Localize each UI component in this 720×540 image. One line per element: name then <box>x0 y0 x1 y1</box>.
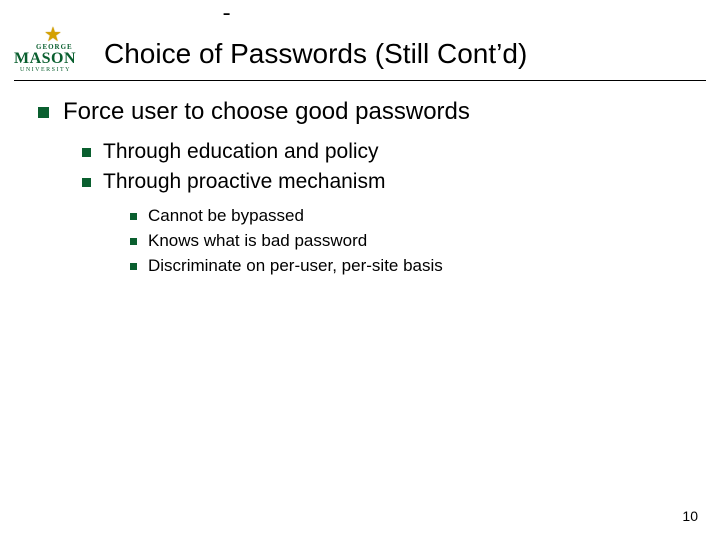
logo-text-mason: MASON <box>14 50 76 68</box>
square-bullet-icon <box>38 107 49 118</box>
slide-header: - ★ GEORGE MASON UNIVERSITY Choice of Pa… <box>0 0 720 80</box>
bullet-text: Discriminate on per-user, per-site basis <box>137 256 443 276</box>
square-bullet-icon <box>130 238 137 245</box>
square-bullet-icon <box>130 263 137 270</box>
bullet-level3: Knows what is bad password <box>0 231 720 251</box>
bullet-level3: Discriminate on per-user, per-site basis <box>0 256 720 276</box>
bullet-level2: Through proactive mechanism <box>0 170 720 194</box>
bullet-level1: Force user to choose good passwords <box>0 98 720 126</box>
logo-text-university: UNIVERSITY <box>20 67 71 73</box>
university-logo: ★ GEORGE MASON UNIVERSITY <box>14 30 96 74</box>
page-number: 10 <box>682 508 698 524</box>
square-bullet-icon <box>82 148 91 157</box>
square-bullet-icon <box>82 178 91 187</box>
bullet-level2: Through education and policy <box>0 140 720 164</box>
bullet-text: Knows what is bad password <box>137 231 367 251</box>
bullet-text: Force user to choose good passwords <box>49 98 470 126</box>
title-divider <box>14 80 706 81</box>
slide-title: Choice of Passwords (Still Cont’d) <box>104 38 527 70</box>
bullet-text: Cannot be bypassed <box>137 206 304 226</box>
slide-body: Force user to choose good passwords Thro… <box>0 98 720 281</box>
bullet-level3: Cannot be bypassed <box>0 206 720 226</box>
bullet-text: Through education and policy <box>91 140 379 164</box>
bullet-text: Through proactive mechanism <box>91 170 385 194</box>
square-bullet-icon <box>130 213 137 220</box>
top-dash: - <box>220 2 233 27</box>
